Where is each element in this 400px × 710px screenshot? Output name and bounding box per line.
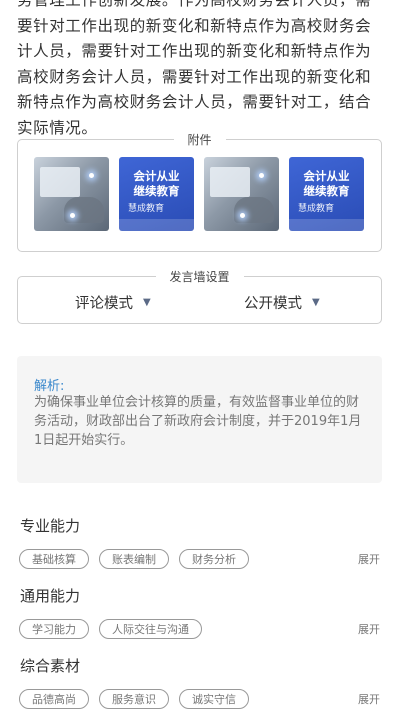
caret-down-icon: ▼ xyxy=(143,297,151,308)
tag-item[interactable]: 基础核算 xyxy=(19,549,89,569)
attachment-promo-2[interactable]: 会计从业 继续教育 慧成教育 xyxy=(289,157,364,231)
promo-line2: 继续教育 xyxy=(133,184,180,198)
comment-mode-select[interactable]: 评论模式 ▼ xyxy=(75,292,151,313)
tag-item[interactable]: 诚实守信 xyxy=(179,689,249,709)
tag-item[interactable]: 学习能力 xyxy=(19,619,89,639)
attachment-promo-1[interactable]: 会计从业 继续教育 慧成教育 xyxy=(119,157,194,231)
tag-item[interactable]: 品德高尚 xyxy=(19,689,89,709)
tag-row-professional: 基础核算 账表编制 财务分析 xyxy=(19,549,249,569)
attachment-photo-1[interactable] xyxy=(34,157,109,231)
section-title-general: 通用能力 xyxy=(20,587,81,605)
caret-down-icon: ▼ xyxy=(312,297,320,308)
visibility-mode-select[interactable]: 公开模式 ▼ xyxy=(244,292,320,313)
tag-item[interactable]: 财务分析 xyxy=(179,549,249,569)
promo-line1: 会计从业 xyxy=(133,169,180,183)
expand-link[interactable]: 展开 xyxy=(358,621,380,637)
analysis-panel: 解析: 为确保事业单位会计核算的质量，有效监督事业单位的财务活动，财政部出台了新… xyxy=(17,356,382,483)
attachment-photo-2[interactable] xyxy=(204,157,279,231)
tag-item[interactable]: 人际交往与沟通 xyxy=(99,619,202,639)
promo-sub: 慧成教育 xyxy=(298,204,335,214)
attachments-panel: 附件 会计从业 继续教育 慧成教育 会计从业 继续教育 慧成教育 xyxy=(17,131,382,252)
visibility-mode-value: 公开模式 xyxy=(244,296,302,312)
tag-item[interactable]: 服务意识 xyxy=(99,689,169,709)
tag-item[interactable]: 账表编制 xyxy=(99,549,169,569)
promo-line2: 继续教育 xyxy=(303,184,350,198)
analysis-content: 为确保事业单位会计核算的质量，有效监督事业单位的财务活动，财政部出台了新政府会计… xyxy=(34,395,362,448)
analysis-title: 解析: xyxy=(34,379,65,394)
wall-settings-panel: 发言墙设置 评论模式 ▼ 公开模式 ▼ xyxy=(17,268,382,324)
promo-sub: 慧成教育 xyxy=(128,204,165,214)
wall-settings-legend: 发言墙设置 xyxy=(155,268,244,285)
tag-row-general: 学习能力 人际交往与沟通 xyxy=(19,619,202,639)
comment-mode-value: 评论模式 xyxy=(75,296,133,312)
attachments-legend: 附件 xyxy=(173,131,226,148)
section-title-professional: 专业能力 xyxy=(20,517,81,535)
article-body: 务管理工作创新发展。作为高校财务会计人员，需要针对工作出现的新变化和新特点作为高… xyxy=(17,0,372,137)
promo-line1: 会计从业 xyxy=(303,169,350,183)
tag-row-comprehensive: 品德高尚 服务意识 诚实守信 xyxy=(19,689,249,709)
expand-link[interactable]: 展开 xyxy=(358,691,380,707)
expand-link[interactable]: 展开 xyxy=(358,551,380,567)
section-title-comprehensive: 综合素材 xyxy=(20,657,81,675)
